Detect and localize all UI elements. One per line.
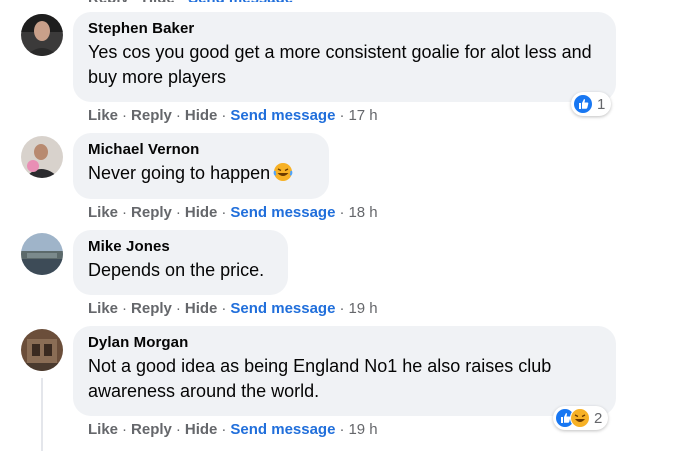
- send-message-button[interactable]: Send message: [230, 204, 335, 221]
- comment-text: Not a good idea as being England No1 he …: [88, 356, 552, 401]
- comment-bubble: Stephen Baker Yes cos you good get a mor…: [73, 12, 616, 102]
- hide-button[interactable]: Hide: [185, 204, 218, 221]
- laughing-tears-emoji-icon: [273, 162, 293, 189]
- like-button[interactable]: Like: [88, 204, 118, 221]
- avatar[interactable]: [21, 14, 63, 56]
- comment-text: Never going to happen: [88, 163, 271, 183]
- comment-bubble: Michael Vernon Never going to happen: [73, 133, 329, 199]
- comment-text-row: Never going to happen: [88, 161, 313, 189]
- comment-bubble: Dylan Morgan Not a good idea as being En…: [73, 326, 616, 416]
- comment-timestamp[interactable]: 19 h: [348, 421, 377, 438]
- comment-timestamp[interactable]: 19 h: [348, 300, 377, 317]
- hide-button[interactable]: Hide: [185, 300, 218, 317]
- reply-button[interactable]: Reply: [131, 107, 172, 124]
- previous-actions-clipped: Reply · Hide · Send message: [88, 0, 293, 2]
- comment-author[interactable]: Stephen Baker: [88, 20, 600, 38]
- comment-text: Yes cos you good get a more consistent g…: [88, 42, 592, 87]
- comment-timestamp[interactable]: 18 h: [348, 204, 377, 221]
- reaction-summary[interactable]: 2: [553, 406, 609, 430]
- reply-button[interactable]: Reply: [131, 204, 172, 221]
- comment-text: Depends on the price.: [88, 260, 265, 280]
- send-message-button[interactable]: Send message: [230, 300, 335, 317]
- comment-actions: Like · Reply · Hide · Send message · 19 h: [88, 300, 378, 317]
- comment-author[interactable]: Dylan Morgan: [88, 334, 600, 352]
- send-message-button[interactable]: Send message: [230, 107, 335, 124]
- comment-timestamp[interactable]: 17 h: [348, 107, 377, 124]
- haha-icon: [570, 408, 590, 428]
- reply-button[interactable]: Reply: [131, 421, 172, 438]
- comment-author[interactable]: Mike Jones: [88, 238, 272, 256]
- like-icon: [573, 94, 593, 114]
- comment-bubble: Mike Jones Depends on the price.: [73, 230, 288, 295]
- reaction-summary[interactable]: 1: [571, 92, 612, 116]
- reaction-count: 2: [594, 409, 603, 427]
- comment-actions: Like · Reply · Hide · Send message · 18 h: [88, 204, 378, 221]
- reply-thread-line: [41, 378, 43, 451]
- avatar[interactable]: [21, 233, 63, 275]
- send-message-button[interactable]: Send message: [230, 421, 335, 438]
- avatar[interactable]: [21, 329, 63, 371]
- comment-author[interactable]: Michael Vernon: [88, 141, 313, 159]
- like-button[interactable]: Like: [88, 421, 118, 438]
- reaction-count: 1: [597, 95, 606, 113]
- like-button[interactable]: Like: [88, 107, 118, 124]
- comment-actions: Like · Reply · Hide · Send message · 19 h: [88, 421, 378, 438]
- hide-button[interactable]: Hide: [185, 107, 218, 124]
- reply-button[interactable]: Reply: [131, 300, 172, 317]
- hide-button[interactable]: Hide: [185, 421, 218, 438]
- avatar[interactable]: [21, 136, 63, 178]
- like-button[interactable]: Like: [88, 300, 118, 317]
- comment-actions: Like · Reply · Hide · Send message · 17 h: [88, 107, 378, 124]
